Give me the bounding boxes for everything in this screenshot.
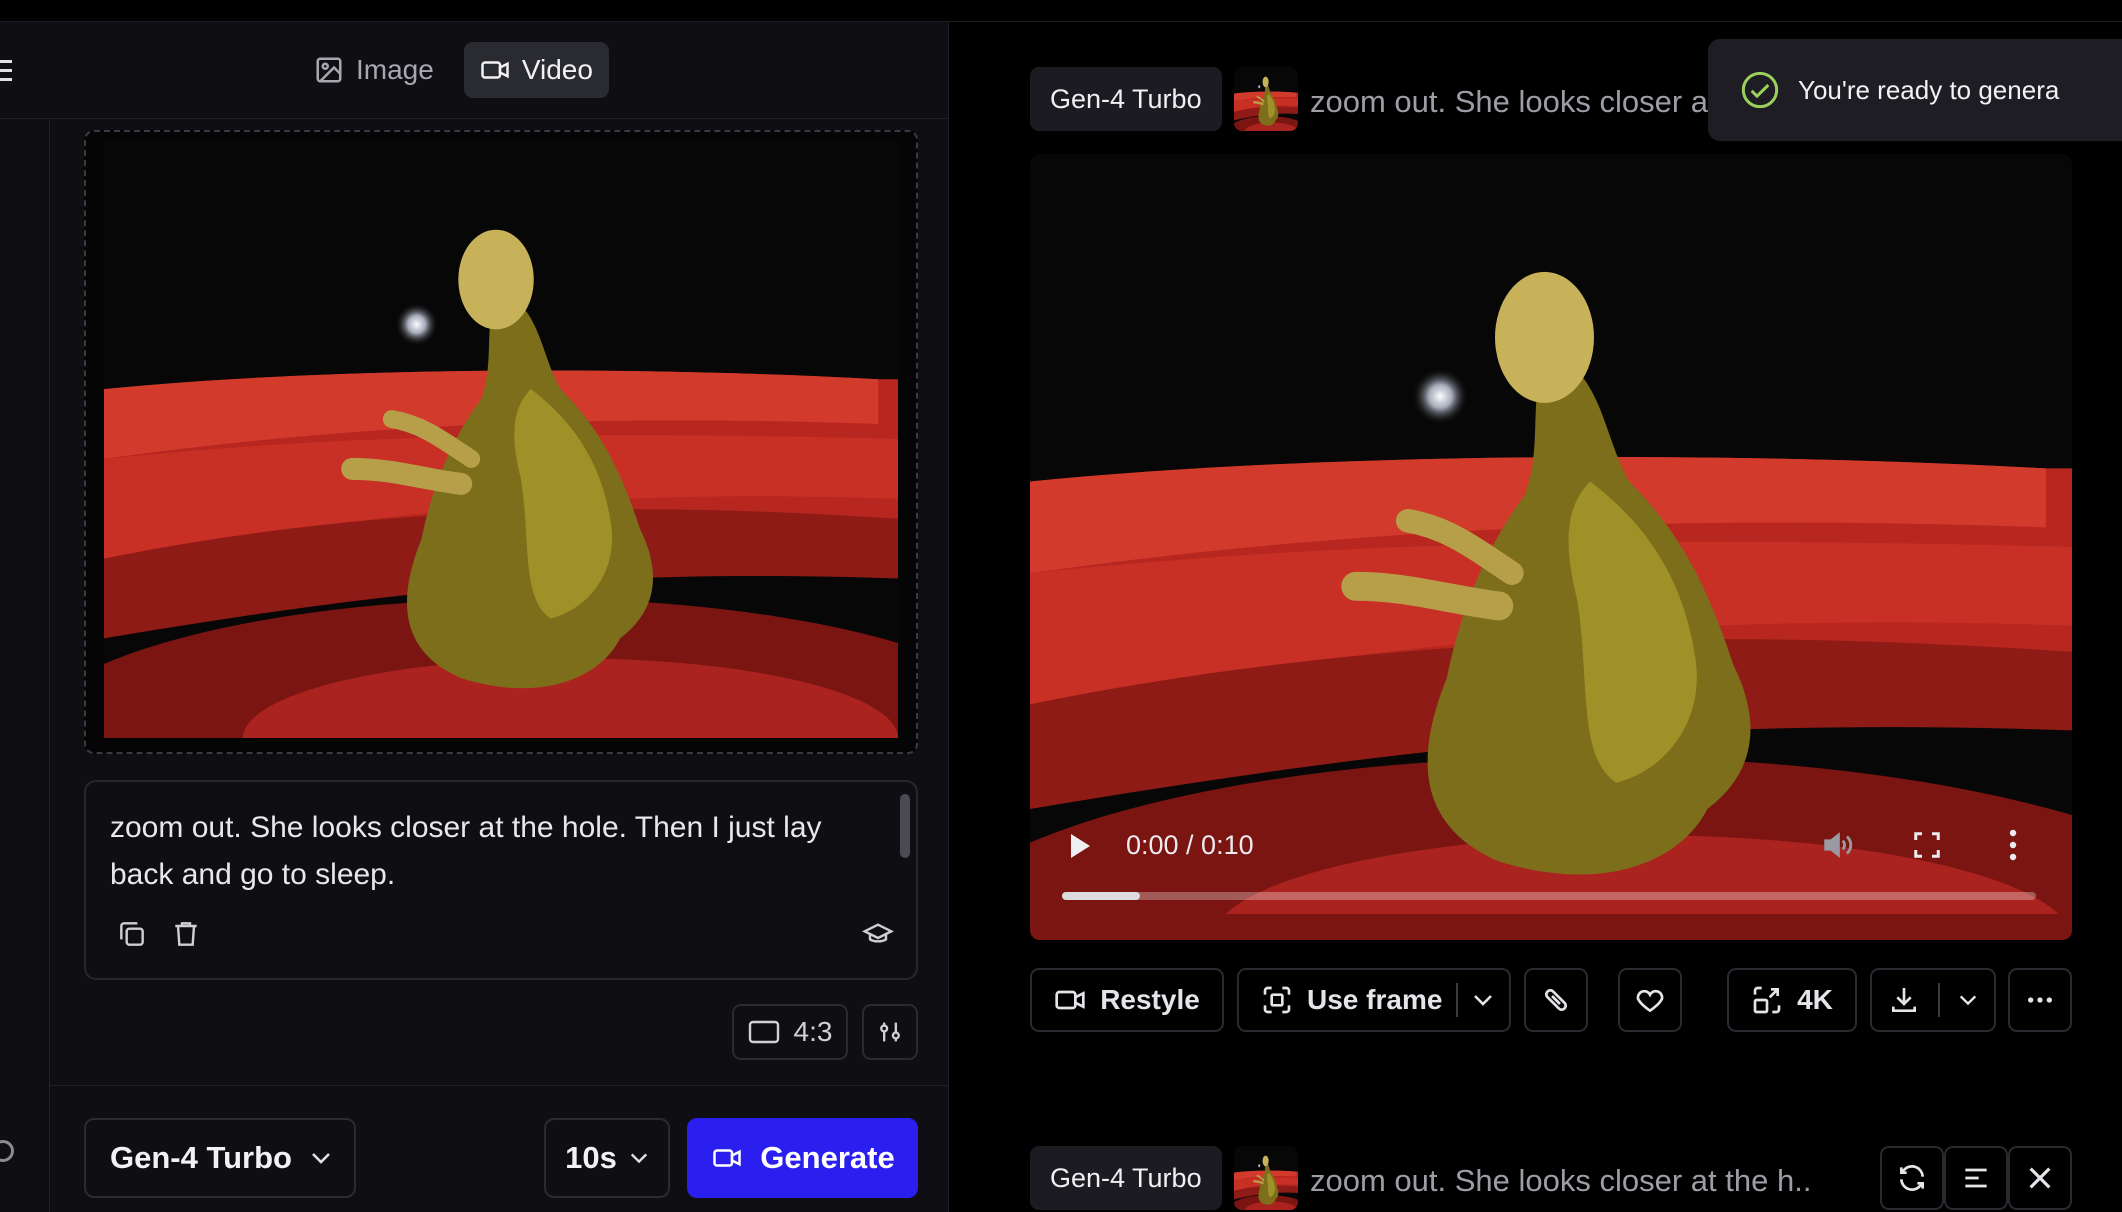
model-chip: Gen-4 Turbo xyxy=(1030,67,1222,131)
duration-value: 10s xyxy=(565,1140,617,1175)
input-image-preview xyxy=(104,140,898,738)
trash-icon[interactable] xyxy=(170,918,202,950)
more-horizontal-icon xyxy=(2028,997,2052,1003)
button-divider xyxy=(1456,983,1459,1017)
prompt-text[interactable]: zoom out. She looks closer at the hole. … xyxy=(110,804,870,898)
generate-label: Generate xyxy=(760,1140,895,1175)
upscale-label: 4K xyxy=(1797,984,1833,1015)
video-icon xyxy=(1055,990,1085,1010)
details-button[interactable] xyxy=(1944,1146,2008,1210)
model-select-value: Gen-4 Turbo xyxy=(110,1140,292,1175)
text-align-icon xyxy=(1965,1168,1987,1188)
more-actions-button[interactable] xyxy=(2008,968,2072,1032)
model-select[interactable]: Gen-4 Turbo xyxy=(84,1118,356,1198)
input-thumbnail[interactable] xyxy=(1234,67,1298,131)
aspect-ratio-button[interactable]: 4:3 xyxy=(732,1004,848,1060)
video-progress-track[interactable] xyxy=(1062,892,2036,900)
tab-image[interactable]: Image xyxy=(298,42,450,98)
tab-image-label: Image xyxy=(356,54,434,85)
aspect-ratio-icon xyxy=(748,1020,779,1044)
video-progress-fill xyxy=(1062,892,1140,900)
chevron-down-icon[interactable] xyxy=(1958,993,1978,1007)
button-divider xyxy=(1938,983,1940,1017)
panel-header: Image Video xyxy=(0,22,949,119)
magic-wand-icon xyxy=(1545,989,1567,1011)
copy-icon[interactable] xyxy=(116,918,148,950)
tab-video[interactable]: Video xyxy=(463,42,609,98)
sliders-icon xyxy=(880,1022,900,1042)
video-icon xyxy=(481,61,509,79)
chevron-down-icon xyxy=(312,1153,330,1164)
check-circle-icon xyxy=(1741,71,1779,109)
generate-button[interactable]: Generate xyxy=(687,1118,918,1198)
prompt-guide-button[interactable] xyxy=(861,918,895,955)
favorite-button[interactable] xyxy=(1618,968,1682,1032)
model-chip: Gen-4 Turbo xyxy=(1030,1146,1222,1210)
thumbnail-image xyxy=(1234,67,1298,131)
prompt-tools xyxy=(116,918,202,950)
menu-icon[interactable] xyxy=(0,58,14,84)
image-icon xyxy=(316,57,342,83)
ready-toast: You're ready to genera xyxy=(1708,39,2122,141)
edit-tools-button[interactable] xyxy=(1524,968,1588,1032)
prompt-scrollbar[interactable] xyxy=(900,794,910,858)
side-rail xyxy=(0,119,50,1212)
close-icon xyxy=(2029,1167,2051,1189)
duration-select[interactable]: 10s xyxy=(544,1118,670,1198)
download-button[interactable] xyxy=(1870,968,1996,1032)
tab-video-label: Video xyxy=(521,54,593,85)
volume-icon[interactable] xyxy=(1820,828,1854,862)
cancel-button[interactable] xyxy=(2008,1146,2072,1210)
toast-message: You're ready to genera xyxy=(1798,74,2060,105)
fullscreen-icon[interactable] xyxy=(1912,830,1942,860)
upscale-icon xyxy=(1753,986,1781,1014)
regenerate-button[interactable] xyxy=(1880,1146,1944,1210)
window-top-strip xyxy=(0,0,2122,22)
heart-icon xyxy=(1636,989,1664,1013)
use-frame-label: Use frame xyxy=(1307,984,1443,1015)
play-icon[interactable] xyxy=(1068,832,1092,860)
video-icon xyxy=(713,1149,742,1167)
video-frame xyxy=(1030,154,2072,940)
video-player[interactable]: 0:00 / 0:10 xyxy=(1030,154,2072,940)
thumbnail-image xyxy=(1234,1146,1298,1210)
chevron-down-icon xyxy=(630,1153,647,1164)
settings-button[interactable] xyxy=(862,1004,918,1060)
upscale-4k-button[interactable]: 4K xyxy=(1727,968,1857,1032)
prompt-input[interactable]: zoom out. She looks closer at the hole. … xyxy=(84,780,918,980)
restyle-button[interactable]: Restyle xyxy=(1030,968,1224,1032)
result-prompt-preview[interactable]: zoom out. She looks closer at the h... xyxy=(1310,1163,1810,1199)
aspect-ratio-value: 4:3 xyxy=(793,1016,833,1047)
result-prompt-preview[interactable]: zoom out. She looks closer at th xyxy=(1310,84,1710,120)
chevron-down-icon[interactable] xyxy=(1472,993,1494,1007)
refresh-icon xyxy=(1900,1165,1924,1191)
input-thumbnail[interactable] xyxy=(1234,1146,1298,1210)
input-image-dropzone[interactable] xyxy=(84,130,918,754)
mode-tabs: Image Video xyxy=(298,42,609,98)
graduation-cap-icon xyxy=(861,923,895,943)
results-panel: Gen-4 Turbo zoom out. She looks closer a… xyxy=(950,22,2122,1212)
download-icon xyxy=(1892,988,1916,1012)
more-vertical-icon[interactable] xyxy=(2006,828,2020,862)
restyle-label: Restyle xyxy=(1100,984,1200,1015)
use-frame-button[interactable]: Use frame xyxy=(1237,968,1511,1032)
frame-capture-icon xyxy=(1263,986,1291,1014)
video-time: 0:00 / 0:10 xyxy=(1126,830,1254,860)
